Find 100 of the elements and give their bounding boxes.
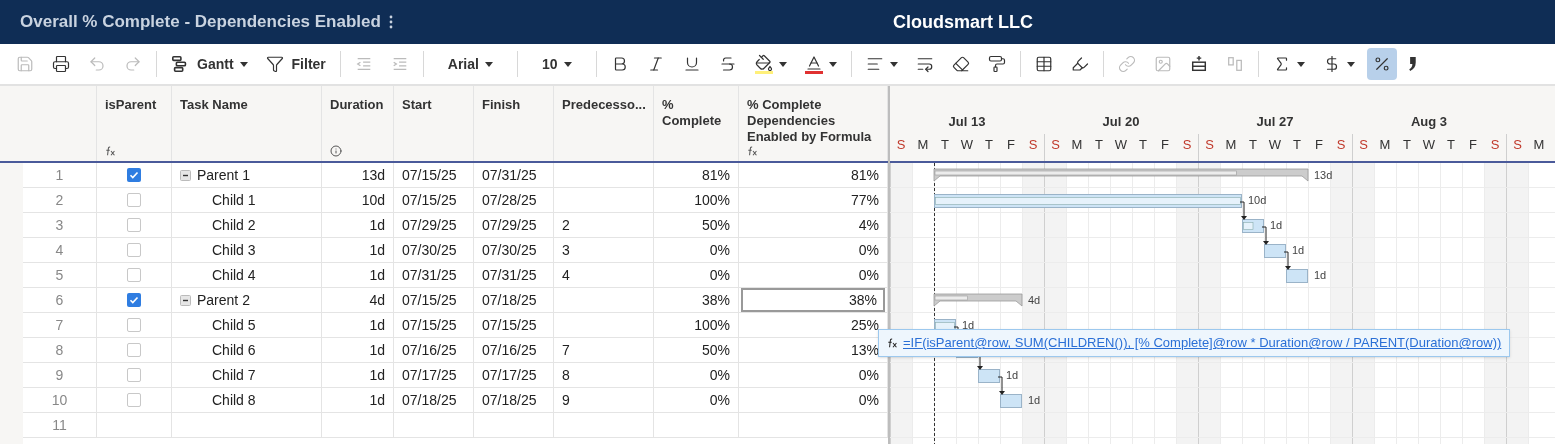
day-letter: S bbox=[1205, 136, 1214, 154]
undo-icon bbox=[88, 55, 106, 73]
day-letter: F bbox=[1315, 136, 1323, 154]
checkbox[interactable] bbox=[127, 218, 141, 232]
dependency-arrow bbox=[1261, 226, 1269, 245]
row-number: 7 bbox=[23, 313, 97, 338]
duration-label: 1d bbox=[1270, 219, 1283, 231]
percent-icon bbox=[1372, 55, 1391, 73]
task-bar[interactable] bbox=[1000, 394, 1022, 408]
table-cell: 07/30/25 bbox=[394, 238, 474, 263]
duration-label: 1d bbox=[1314, 269, 1327, 281]
table-cell: 100% bbox=[654, 188, 739, 213]
collapse-icon[interactable] bbox=[180, 169, 191, 181]
table-cell: 8 bbox=[554, 363, 654, 388]
summary-bar[interactable] bbox=[933, 168, 1309, 182]
selected-cell[interactable]: 38% bbox=[741, 288, 885, 312]
formula-icon bbox=[105, 145, 117, 157]
formula-link[interactable]: =IF(isParent@row, SUM(CHILDREN()), [% Complete]@row * Duration@row / PARENT(Duration@row)) bbox=[903, 333, 1502, 353]
checkbox[interactable] bbox=[127, 393, 141, 407]
day-letter: T bbox=[1403, 136, 1411, 154]
day-letter: T bbox=[1249, 136, 1257, 154]
task-bar[interactable] bbox=[1286, 269, 1308, 283]
task-bar[interactable] bbox=[1242, 219, 1264, 233]
checkbox[interactable] bbox=[127, 318, 141, 332]
column-header[interactable]: Predecesso... bbox=[554, 86, 654, 161]
day-letter: M bbox=[917, 136, 929, 154]
column-header[interactable]: Duration bbox=[322, 86, 394, 161]
column-header[interactable]: Start bbox=[394, 86, 474, 161]
table-cell: 1d bbox=[322, 313, 394, 338]
table-cell-text: 0% bbox=[858, 240, 879, 260]
checkbox[interactable] bbox=[127, 243, 141, 257]
row-number: 3 bbox=[23, 213, 97, 238]
percent-button[interactable] bbox=[1366, 48, 1397, 80]
day-letter: M bbox=[1071, 136, 1083, 154]
day-letter: T bbox=[985, 136, 993, 154]
checkbox[interactable] bbox=[127, 193, 141, 207]
checkbox[interactable] bbox=[127, 268, 141, 282]
checkbox[interactable] bbox=[127, 368, 141, 382]
print-icon bbox=[52, 55, 70, 73]
task-bar[interactable] bbox=[978, 369, 1000, 383]
table-cell: 07/15/25 bbox=[394, 163, 474, 188]
row-number: 8 bbox=[23, 338, 97, 363]
column-header[interactable]: isParent bbox=[97, 86, 172, 161]
day-letter: F bbox=[1007, 136, 1015, 154]
dependency-arrow bbox=[1239, 201, 1247, 220]
row-number: 2 bbox=[23, 188, 97, 213]
duration-label: 1d bbox=[1292, 244, 1305, 256]
table-cell: 38% bbox=[654, 288, 739, 313]
column-header[interactable]: % Complete bbox=[654, 86, 739, 161]
table-cell: 7 bbox=[554, 338, 654, 363]
day-letter: S bbox=[896, 136, 906, 154]
day-letter: T bbox=[1447, 136, 1455, 154]
day-letter: T bbox=[1293, 136, 1301, 154]
task-name: Child 2 bbox=[212, 215, 256, 235]
checkbox[interactable] bbox=[127, 293, 141, 307]
wrap-text-icon bbox=[915, 55, 934, 73]
table-cell: 1d bbox=[322, 263, 394, 288]
indent-icon bbox=[390, 55, 409, 73]
table-cell: 07/28/25 bbox=[474, 188, 554, 213]
table-cell: 07/31/25 bbox=[474, 163, 554, 188]
summary-bar[interactable] bbox=[933, 293, 1023, 307]
columns-icon bbox=[1225, 55, 1244, 73]
table-cell: 07/15/25 bbox=[394, 313, 474, 338]
gantt-button[interactable]: Gantt bbox=[165, 48, 254, 80]
task-name: Child 7 bbox=[212, 365, 256, 385]
column-header[interactable]: Task Name bbox=[172, 86, 322, 161]
table-cell: 07/30/25 bbox=[474, 238, 554, 263]
font-dropdown[interactable]: Arial bbox=[431, 48, 509, 80]
filter-icon bbox=[265, 55, 284, 73]
table-cell: 2 bbox=[554, 213, 654, 238]
task-bar[interactable] bbox=[1264, 244, 1286, 258]
table-cell: 07/16/25 bbox=[394, 338, 474, 363]
checkbox[interactable] bbox=[127, 168, 141, 182]
day-letter: S bbox=[1513, 136, 1522, 154]
table-cell: 0% bbox=[654, 363, 739, 388]
day-letter: W bbox=[1268, 136, 1282, 154]
duration-label: 1d bbox=[1006, 369, 1019, 381]
filter-button[interactable]: Filter bbox=[259, 48, 332, 80]
week-label: Aug 3 bbox=[1410, 113, 1448, 131]
more-options-icon[interactable] bbox=[388, 15, 393, 29]
table-cell-text: 0% bbox=[858, 365, 879, 385]
task-name: Parent 2 bbox=[197, 290, 250, 310]
font-size-dropdown[interactable]: 10 bbox=[525, 48, 588, 80]
table-icon bbox=[1034, 55, 1053, 73]
checkbox[interactable] bbox=[127, 343, 141, 357]
collapse-icon[interactable] bbox=[180, 294, 191, 306]
task-name: Child 3 bbox=[212, 240, 256, 260]
table-cell: 07/17/25 bbox=[474, 363, 554, 388]
outdent-icon bbox=[354, 55, 373, 73]
day-letter: S bbox=[1336, 136, 1346, 154]
table-cell: 3 bbox=[554, 238, 654, 263]
paint-bucket-icon bbox=[754, 54, 773, 74]
table-cell: 07/31/25 bbox=[474, 263, 554, 288]
column-header[interactable]: Finish bbox=[474, 86, 554, 161]
day-letter: S bbox=[1051, 136, 1060, 154]
sheet-title: Overall % Complete - Dependencies Enabled bbox=[20, 11, 381, 34]
row-number: 10 bbox=[23, 388, 97, 413]
formula-icon bbox=[887, 337, 899, 349]
column-title: Task Name bbox=[180, 97, 249, 113]
table-cell: 1d bbox=[322, 363, 394, 388]
